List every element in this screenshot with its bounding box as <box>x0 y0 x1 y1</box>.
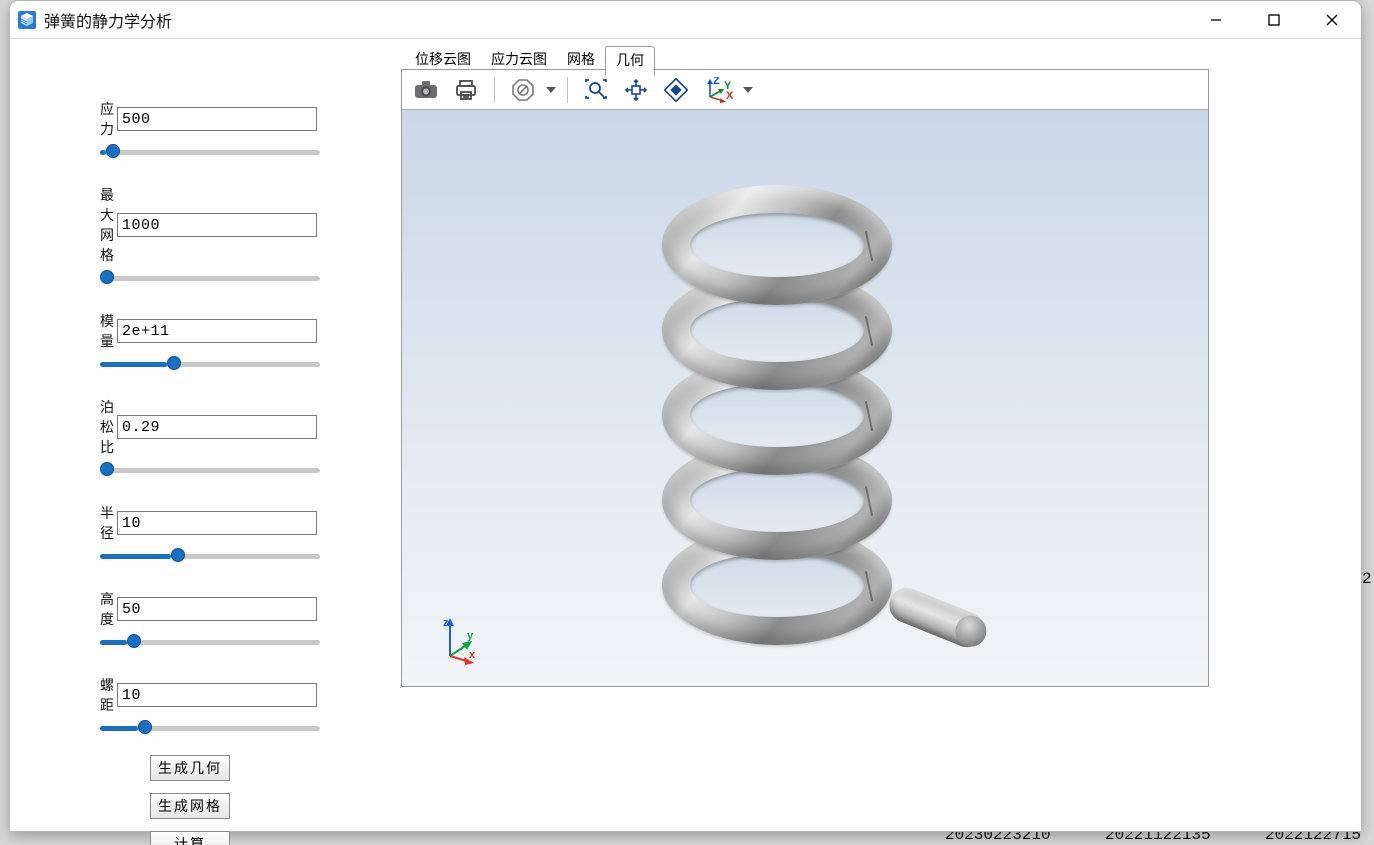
slider-poisson[interactable] <box>100 461 310 483</box>
dropdown-icon[interactable] <box>742 85 754 95</box>
slider-max-mesh[interactable] <box>100 269 310 291</box>
titlebar[interactable]: 弹簧的静力学分析 <box>10 1 1361 39</box>
parameter-panel: 应力 最大网格 模量 泊松比 <box>100 99 310 845</box>
window-close-button[interactable] <box>1303 1 1361 39</box>
window-minimize-button[interactable] <box>1187 1 1245 39</box>
bg-fragment-d: 2 <box>1362 570 1372 588</box>
label-force: 应力 <box>100 99 117 139</box>
scene-3d-view[interactable]: z y x <box>402 110 1208 686</box>
svg-text:z: z <box>443 617 449 629</box>
dropdown-icon[interactable] <box>545 85 557 95</box>
compute-button[interactable]: 计算 <box>150 831 230 845</box>
label-radius: 半径 <box>100 503 117 543</box>
generate-mesh-button[interactable]: 生成网格 <box>150 793 230 819</box>
svg-text:x: x <box>469 649 476 661</box>
app-window: 弹簧的静力学分析 应力 最大网格 <box>9 0 1362 832</box>
pan-icon[interactable] <box>618 74 654 106</box>
slider-radius[interactable] <box>100 547 310 569</box>
input-radius[interactable] <box>117 511 317 535</box>
tab-geometry[interactable]: 几何 <box>605 46 655 76</box>
label-modulus: 模量 <box>100 311 117 351</box>
label-max-mesh: 最大网格 <box>100 185 117 265</box>
spring-geometry <box>662 155 942 665</box>
svg-text:X: X <box>726 90 734 102</box>
slider-modulus[interactable] <box>100 355 310 377</box>
label-height: 高度 <box>100 589 117 629</box>
no-symbol-icon[interactable] <box>505 74 541 106</box>
axis-triad-icon: z y x <box>440 614 480 662</box>
zoom-box-icon[interactable] <box>578 74 614 106</box>
input-max-mesh[interactable] <box>117 213 317 237</box>
slider-pitch[interactable] <box>100 719 310 741</box>
generate-geometry-button[interactable]: 生成几何 <box>150 755 230 781</box>
app-icon <box>16 9 38 31</box>
axis-orientation-icon[interactable]: Z Y X <box>698 74 738 106</box>
fit-view-icon[interactable] <box>658 74 694 106</box>
input-pitch[interactable] <box>117 683 317 707</box>
input-poisson[interactable] <box>117 415 317 439</box>
slider-height[interactable] <box>100 633 310 655</box>
svg-text:Z: Z <box>713 77 720 87</box>
input-modulus[interactable] <box>117 319 317 343</box>
viewport-panel: Z Y X <box>401 69 1209 687</box>
window-title: 弹簧的静力学分析 <box>44 8 172 32</box>
svg-text:y: y <box>467 630 474 642</box>
viewport-toolbar: Z Y X <box>402 70 1208 110</box>
window-maximize-button[interactable] <box>1245 1 1303 39</box>
label-pitch: 螺距 <box>100 675 117 715</box>
slider-force[interactable] <box>100 143 310 165</box>
input-force[interactable] <box>117 107 317 131</box>
label-poisson: 泊松比 <box>100 397 117 457</box>
input-height[interactable] <box>117 597 317 621</box>
print-icon[interactable] <box>448 74 484 106</box>
camera-icon[interactable] <box>408 74 444 106</box>
